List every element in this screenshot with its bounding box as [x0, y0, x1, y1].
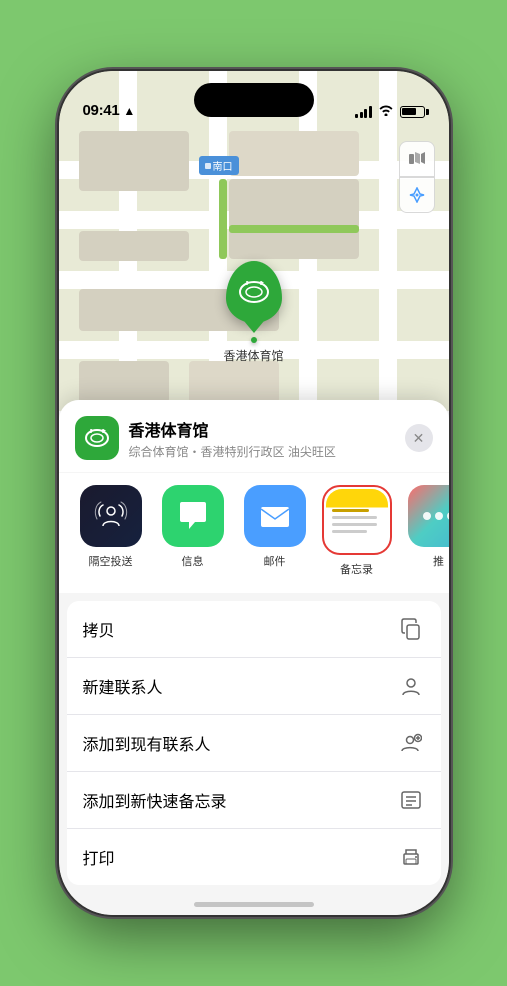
copy-icon [397, 615, 425, 643]
notes-highlight-border [322, 485, 392, 555]
location-button[interactable] [399, 177, 435, 213]
phone-screen: 09:41 ▲ [59, 71, 449, 915]
print-icon [397, 843, 425, 871]
location-info: 香港体育馆 综合体育馆・香港特别行政区 油尖旺区 [129, 417, 395, 460]
location-subtitle: 综合体育馆・香港特别行政区 油尖旺区 [129, 443, 395, 460]
action-copy[interactable]: 拷贝 [67, 601, 441, 658]
share-row: 隔空投送 信息 [59, 473, 449, 593]
action-add-contact[interactable]: 添加到现有联系人 [67, 715, 441, 772]
new-contact-icon [397, 672, 425, 700]
location-arrow-icon: ▲ [123, 104, 135, 118]
airdrop-label: 隔空投送 [89, 553, 133, 569]
bottom-space [59, 885, 449, 915]
dynamic-island [194, 83, 314, 117]
battery-icon [400, 106, 425, 118]
add-contact-label: 添加到现有联系人 [83, 731, 211, 755]
share-item-messages[interactable]: 信息 [157, 485, 229, 569]
wifi-icon [378, 104, 394, 119]
location-header: 香港体育馆 综合体育馆・香港特别行政区 油尖旺区 ✕ [59, 400, 449, 472]
marker-dot [250, 337, 256, 343]
add-contact-icon [397, 729, 425, 757]
status-time: 09:41 [83, 102, 120, 119]
location-icon-wrap [75, 416, 119, 460]
map-type-button[interactable] [399, 141, 435, 177]
mail-icon [244, 485, 306, 547]
bottom-sheet: 香港体育馆 综合体育馆・香港特别行政区 油尖旺区 ✕ [59, 400, 449, 915]
messages-label: 信息 [182, 553, 204, 569]
marker-pin [225, 261, 281, 323]
share-item-more[interactable]: 推 [403, 485, 449, 569]
more-label: 推 [433, 553, 444, 569]
status-icons [355, 104, 425, 119]
new-contact-label: 新建联系人 [83, 674, 163, 698]
share-item-notes[interactable]: 备忘录 [321, 485, 393, 577]
map-south-entrance-label: 南口 [199, 156, 239, 175]
action-list: 拷贝 新建联系人 [67, 601, 441, 885]
marker-label: 香港体育馆 [223, 347, 283, 364]
messages-icon [162, 485, 224, 547]
more-icon [408, 485, 449, 547]
action-quick-note[interactable]: 添加到新快速备忘录 [67, 772, 441, 829]
share-item-mail[interactable]: 邮件 [239, 485, 311, 569]
stadium-marker: 香港体育馆 [223, 261, 283, 364]
notes-label: 备忘录 [340, 561, 373, 577]
location-name: 香港体育馆 [129, 417, 395, 441]
airdrop-icon [80, 485, 142, 547]
quick-note-label: 添加到新快速备忘录 [83, 788, 227, 812]
close-button[interactable]: ✕ [405, 424, 433, 452]
home-indicator [194, 902, 314, 907]
print-label: 打印 [83, 845, 115, 869]
map-control-buttons[interactable] [399, 141, 435, 213]
mail-label: 邮件 [264, 553, 286, 569]
notes-icon [326, 489, 388, 551]
signal-bars-icon [355, 106, 372, 118]
phone-frame: 09:41 ▲ [59, 71, 449, 915]
action-new-contact[interactable]: 新建联系人 [67, 658, 441, 715]
copy-label: 拷贝 [83, 617, 115, 641]
share-item-airdrop[interactable]: 隔空投送 [75, 485, 147, 569]
action-print[interactable]: 打印 [67, 829, 441, 885]
quick-note-icon [397, 786, 425, 814]
